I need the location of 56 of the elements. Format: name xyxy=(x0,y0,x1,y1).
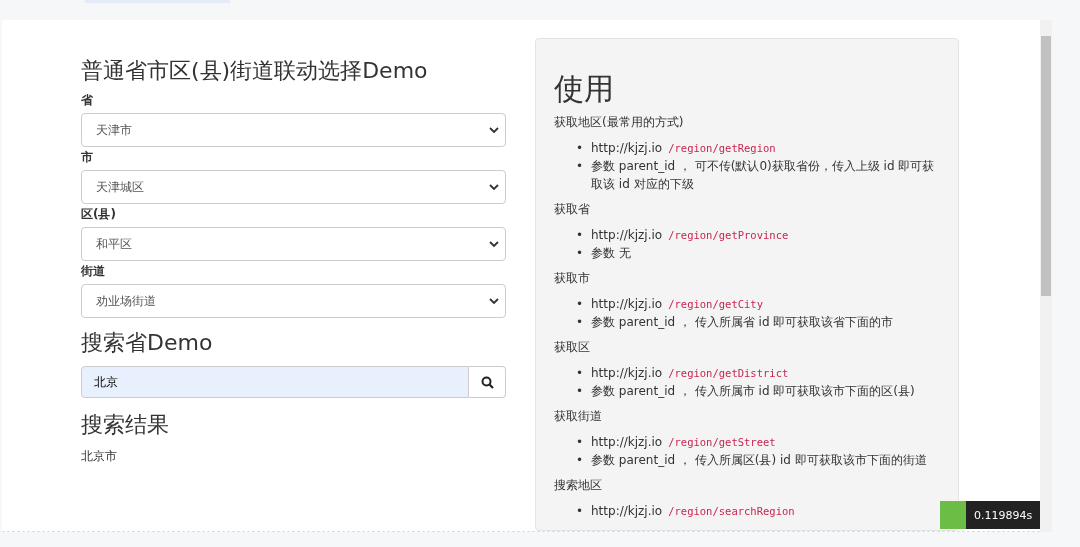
api-heading: 获取市 xyxy=(554,270,591,287)
api-host: http://kjzj.io xyxy=(591,503,663,520)
search-button[interactable] xyxy=(469,366,506,398)
api-path: /region/getDistrict xyxy=(668,366,789,381)
select-field[interactable]: 和平区 xyxy=(81,227,506,261)
api-params: 参数 parent_id ， 可不传(默认0)获取省份，传入上级 id 即可获取该 id 对应的下级 xyxy=(591,158,936,193)
api-params: 参数 无 xyxy=(591,245,631,262)
section-title: 搜索省Demo xyxy=(81,329,214,357)
api-host: http://kjzj.io xyxy=(591,365,663,382)
section-title: 普通省市区(县)街道联动选择Demo xyxy=(81,57,429,85)
api-heading: 获取省 xyxy=(554,201,591,218)
list-bullet: • xyxy=(576,296,585,313)
api-params: 参数 parent_id ， 传入所属区(县) id 即可获取该市下面的街道 xyxy=(591,452,927,469)
list-bullet: • xyxy=(576,434,585,451)
chevron-down-icon xyxy=(489,183,499,191)
list-bullet: • xyxy=(576,158,585,175)
list-bullet: • xyxy=(576,452,585,469)
api-heading: 获取地区(最常用的方式) xyxy=(554,114,685,131)
list-bullet: • xyxy=(576,227,585,244)
chevron-down-icon xyxy=(489,297,499,305)
chevron-down-icon xyxy=(489,240,499,248)
select-field[interactable]: 天津城区 xyxy=(81,170,506,204)
debug-time: 0.119894s xyxy=(966,501,1041,529)
api-heading: 获取街道 xyxy=(554,408,603,425)
field-label: 街道 xyxy=(81,263,106,280)
api-params: 参数 parent_id ， 传入所属市 id 即可获取该市下面的区(县) xyxy=(591,383,915,400)
search-result: 北京市 xyxy=(81,448,118,465)
list-bullet: • xyxy=(576,365,585,382)
section-title: 搜索结果 xyxy=(81,411,170,439)
list-bullet: • xyxy=(576,503,585,520)
search-field[interactable]: 北京 xyxy=(81,366,469,398)
api-path: /region/getRegion xyxy=(668,141,776,156)
field-label: 省 xyxy=(81,92,94,109)
panel-title: 使用 xyxy=(554,70,615,108)
api-path: /region/searchRegion xyxy=(668,504,795,519)
api-host: http://kjzj.io xyxy=(591,227,663,244)
api-heading: 搜索地区 xyxy=(554,477,603,494)
field-label: 区(县) xyxy=(81,206,117,223)
search-icon xyxy=(480,375,494,389)
api-host: http://kjzj.io xyxy=(591,140,663,157)
api-path: /region/getProvince xyxy=(668,228,789,243)
api-host: http://kjzj.io xyxy=(591,296,663,313)
api-params: 参数 parent_id ， 传入所属省 id 即可获取该省下面的市 xyxy=(591,314,894,331)
select-field[interactable]: 劝业场街道 xyxy=(81,284,506,318)
list-bullet: • xyxy=(576,140,585,157)
list-bullet: • xyxy=(576,245,585,262)
field-label: 市 xyxy=(81,149,94,166)
list-bullet: • xyxy=(576,383,585,400)
scrollbar-thumb[interactable] xyxy=(1041,36,1051,296)
api-host: http://kjzj.io xyxy=(591,434,663,451)
api-path: /region/getCity xyxy=(668,297,763,312)
api-heading: 获取区 xyxy=(554,339,591,356)
select-field[interactable]: 天津市 xyxy=(81,113,506,147)
api-path: /region/getStreet xyxy=(668,435,776,450)
list-bullet: • xyxy=(576,314,585,331)
chevron-down-icon xyxy=(489,126,499,134)
